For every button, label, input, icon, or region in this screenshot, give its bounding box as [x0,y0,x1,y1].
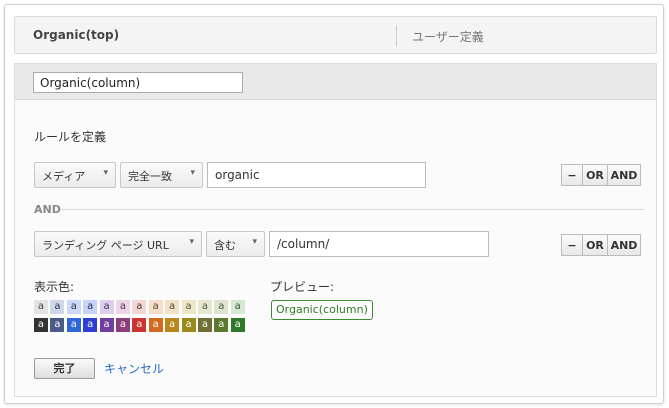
dimension-label-1: メディア [42,170,86,183]
preview-label: プレビュー: [270,280,335,294]
color-swatch-light-10[interactable]: a [197,300,212,314]
color-swatch-light-7[interactable]: a [148,300,163,314]
and-button[interactable]: AND [607,234,641,256]
rule-buttons-1: − OR AND [561,164,641,186]
color-swatch-light-6[interactable]: a [132,300,147,314]
color-swatch-light-0[interactable]: a [34,300,48,314]
chevron-down-icon: ▾ [190,168,195,178]
chevron-down-icon: ▾ [189,237,194,247]
operator-label-1: 完全一致 [128,170,172,183]
and-divider [62,209,644,210]
color-swatch-light-2[interactable]: a [66,300,81,314]
color-swatch-dark-11[interactable]: a [214,318,229,332]
dimension-label-2: ランディング ページ URL [42,239,169,252]
color-swatch-light-8[interactable]: a [165,300,180,314]
define-rule-label: ルールを定義 [34,130,107,144]
color-swatch-dark-3[interactable]: a [83,318,98,332]
or-button[interactable]: OR [582,164,608,186]
dark-swatch-row: aaaaaaaaaaaaa [34,318,247,332]
preview-tag: Organic(column) [271,300,373,320]
color-swatch-dark-9[interactable]: a [181,318,196,332]
color-swatch-dark-4[interactable]: a [99,318,114,332]
color-swatch-light-9[interactable]: a [181,300,196,314]
remove-rule-button[interactable]: − [561,164,583,186]
remove-rule-button[interactable]: − [561,234,583,256]
segment-header: Organic(top) ユーザー定義 [14,16,657,54]
color-swatch-dark-12[interactable]: a [230,318,245,332]
color-swatch-dark-7[interactable]: a [148,318,163,332]
color-swatch-light-5[interactable]: a [115,300,130,314]
rule-buttons-2: − OR AND [561,234,641,256]
color-swatch-dark-10[interactable]: a [197,318,212,332]
segment-editor: Organic(top) ユーザー定義 ルールを定義 メディア ▾ 完全一致 ▾… [4,4,664,404]
name-bar [15,64,656,100]
operator-dropdown-2[interactable]: 含む ▾ [206,231,265,257]
color-swatch-light-3[interactable]: a [83,300,98,314]
dimension-dropdown-1[interactable]: メディア ▾ [34,162,116,188]
color-swatch-dark-8[interactable]: a [165,318,180,332]
color-swatch-dark-5[interactable]: a [115,318,130,332]
color-swatch-dark-2[interactable]: a [66,318,81,332]
operator-dropdown-1[interactable]: 完全一致 ▾ [120,162,203,188]
color-swatch-light-12[interactable]: a [230,300,245,314]
and-button[interactable]: AND [607,164,641,186]
rule-panel: ルールを定義 メディア ▾ 完全一致 ▾ − OR AND AND ランディング… [14,63,657,397]
segment-name-input[interactable] [33,72,243,93]
color-swatch-dark-0[interactable]: a [34,318,48,332]
segment-title: Organic(top) [33,28,120,42]
color-swatch-dark-6[interactable]: a [132,318,147,332]
color-swatch-light-11[interactable]: a [214,300,229,314]
rule-value-input-1[interactable] [207,162,426,188]
divider [396,25,397,47]
color-swatch-light-1[interactable]: a [50,300,65,314]
operator-label-2: 含む [214,239,236,252]
user-defined-label[interactable]: ユーザー定義 [412,28,484,45]
dimension-dropdown-2[interactable]: ランディング ページ URL ▾ [34,231,202,257]
color-swatch-light-4[interactable]: a [99,300,114,314]
color-swatch-dark-1[interactable]: a [50,318,65,332]
chevron-down-icon: ▾ [252,237,257,247]
and-connector-label: AND [34,203,61,216]
or-button[interactable]: OR [582,234,608,256]
chevron-down-icon: ▾ [103,168,108,178]
display-color-label: 表示色: [34,280,75,294]
light-swatch-row: aaaaaaaaaaaaa [34,300,247,314]
rule-value-input-2[interactable] [269,231,489,257]
cancel-link[interactable]: キャンセル [104,360,164,377]
done-button[interactable]: 完了 [34,358,95,379]
